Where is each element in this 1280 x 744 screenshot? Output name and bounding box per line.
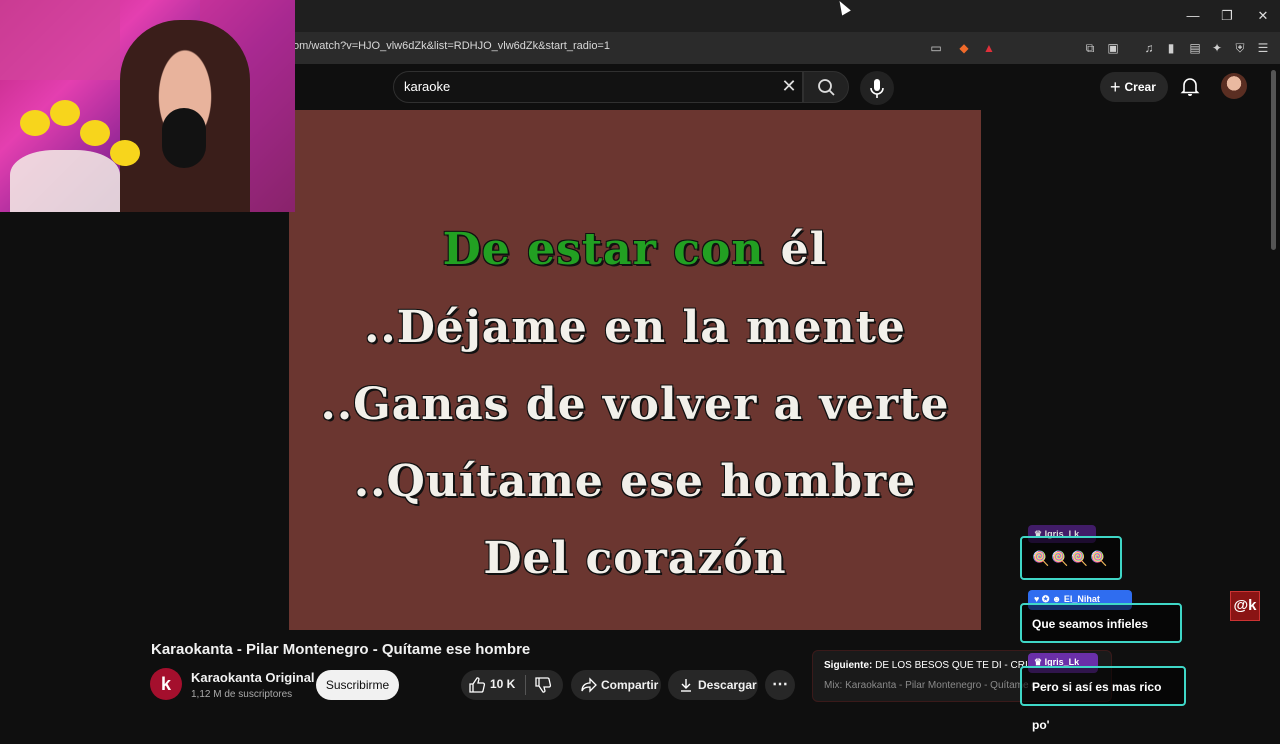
music-icon[interactable]: ♫ — [1140, 39, 1158, 57]
share-icon — [580, 676, 598, 694]
up-next-title: Siguiente: DE LOS BESOS QUE TE DI - CRI — [824, 660, 1028, 671]
download-label: Descargar — [698, 678, 757, 692]
brave-shield-icon[interactable]: ◆ — [955, 39, 973, 57]
channel-watermark: @k — [1230, 591, 1260, 621]
voice-search-button[interactable] — [860, 71, 894, 105]
leo-ai-icon[interactable]: ✦ — [1208, 39, 1226, 57]
vpn-shield-icon[interactable]: ⛨ — [1231, 39, 1249, 57]
brave-rewards-icon[interactable]: ▲ — [980, 39, 998, 57]
flowers-image — [10, 150, 120, 212]
like-count: 10 K — [490, 677, 516, 691]
sidebar-icon[interactable]: ▮ — [1162, 39, 1180, 57]
channel-avatar[interactable]: k — [150, 668, 182, 700]
channel-name[interactable]: Karaokanta Original — [191, 670, 315, 685]
create-button[interactable]: + Crear — [1100, 72, 1168, 102]
microphone-icon — [870, 79, 884, 98]
download-icon — [677, 676, 695, 694]
thumbs-down-icon — [535, 677, 552, 693]
webcam-overlay — [0, 0, 295, 212]
like-button[interactable] — [468, 676, 486, 694]
minimize-button[interactable]: — — [1180, 4, 1206, 28]
duck-image — [80, 120, 110, 146]
close-window-button[interactable]: ✕ — [1250, 4, 1276, 28]
bell-icon — [1180, 78, 1200, 96]
url-field[interactable]: om/watch?v=HJO_vlw6dZk&list=RDHJO_vlw6dZ… — [293, 40, 913, 56]
lyric-line: De estar con él — [442, 224, 828, 275]
divider — [525, 675, 526, 695]
duck-image — [50, 100, 80, 126]
lyric-line: ..Quítame ese hombre — [353, 456, 917, 507]
menu-icon[interactable]: ☰ — [1254, 39, 1272, 57]
subscribe-button[interactable]: Suscribirme — [316, 670, 399, 700]
share-label: Compartir — [601, 678, 659, 692]
plus-icon: + — [1110, 77, 1121, 97]
create-label: Crear — [1124, 80, 1156, 94]
more-actions-button[interactable]: ⋯ — [765, 670, 795, 700]
chat-message: Pero si así es mas rico po' — [1020, 666, 1186, 732]
lyric-line: ..Ganas de volver a verte — [320, 379, 950, 430]
dislike-button[interactable] — [534, 676, 552, 694]
up-next-subtitle: Mix: Karaokanta - Pilar Montenegro - Quí… — [824, 680, 1034, 691]
search-icon — [818, 79, 835, 96]
background-decor — [0, 0, 120, 80]
clear-search-icon[interactable]: ✕ — [778, 75, 800, 97]
thumbs-up-icon — [469, 677, 486, 693]
search-button[interactable] — [803, 71, 849, 103]
video-player[interactable]: De estar con él ..Déjame en la mente ..G… — [289, 110, 981, 630]
search-input[interactable]: karaoke — [393, 71, 803, 103]
microphone-image — [162, 108, 206, 168]
chat-message: 🍭🍭🍭🍭 — [1020, 536, 1122, 580]
subscriber-count: 1,12 M de suscriptores — [191, 689, 293, 700]
tab-search-icon[interactable]: ▣ — [1104, 39, 1122, 57]
more-icon: ⋯ — [772, 676, 788, 693]
lyric-line: Del corazón — [483, 533, 787, 584]
lyric-line: ..Déjame en la mente — [364, 302, 906, 353]
notifications-button[interactable] — [1178, 74, 1202, 98]
wallet-icon[interactable]: ▤ — [1186, 39, 1204, 57]
duck-image — [20, 110, 50, 136]
restore-button[interactable]: ❐ — [1214, 4, 1240, 28]
cast-icon[interactable]: ▭ — [927, 39, 945, 57]
video-title: Karaokanta - Pilar Montenegro - Quítame … — [151, 641, 531, 658]
page-scrollbar[interactable] — [1271, 70, 1276, 250]
extensions-icon[interactable]: ⧉ — [1081, 39, 1099, 57]
account-avatar[interactable] — [1221, 73, 1247, 99]
chat-message: Que seamos infieles dice — [1020, 603, 1182, 669]
